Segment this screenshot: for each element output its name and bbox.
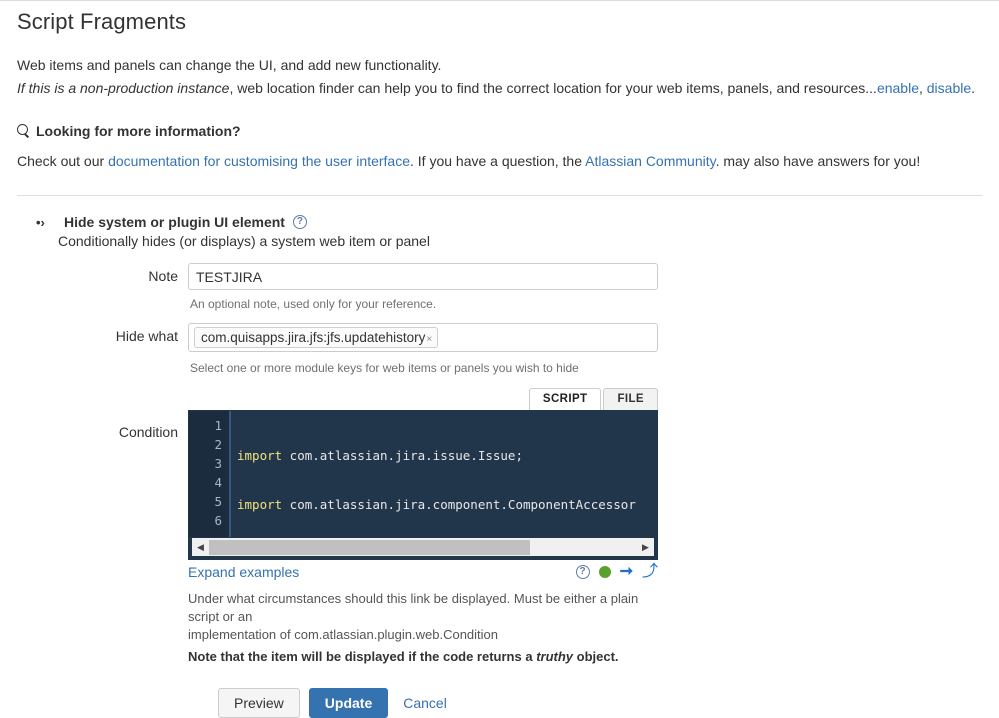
condition-row: Condition SCRIPT FILE 1 2 3 4 5 6 import… xyxy=(0,388,999,666)
condition-label: Condition xyxy=(118,424,178,440)
intro-comma: , xyxy=(918,80,927,96)
line-number: 4 xyxy=(214,475,222,490)
intro-line-1: Web items and panels can change the UI, … xyxy=(17,57,442,73)
arrow-right-icon[interactable]: ➞ xyxy=(620,564,633,580)
line-number: 3 xyxy=(214,456,222,471)
examples-bar: Expand examples ? ➞ ⤴ xyxy=(188,564,658,581)
editor-horizontal-scrollbar[interactable]: ◀ ▶ xyxy=(192,537,654,556)
line-number: 5 xyxy=(214,494,222,509)
hide-what-input[interactable]: com.quisapps.jira.jfs:jfs.updatehistory … xyxy=(188,323,658,352)
intro-text: Web items and panels can change the UI, … xyxy=(17,55,999,99)
module-key-tag[interactable]: com.quisapps.jira.jfs:jfs.updatehistory … xyxy=(194,327,439,348)
hide-what-field-wrap: com.quisapps.jira.jfs:jfs.updatehistory … xyxy=(188,323,999,375)
page-title: Script Fragments xyxy=(17,9,187,34)
scrollbar-thumb[interactable] xyxy=(209,539,530,555)
more-info-body: Check out our documentation for customis… xyxy=(17,153,999,169)
more-info-heading-label: Looking for more information? xyxy=(36,123,241,139)
condition-desc-line-1: Under what circumstances should this lin… xyxy=(188,591,639,624)
search-icon xyxy=(17,124,31,138)
condition-note: Note that the item will be displayed if … xyxy=(188,648,658,666)
help-icon[interactable]: ? xyxy=(575,565,590,579)
intro-rest: , web location finder can help you to fi… xyxy=(229,80,877,96)
arrow-curve-icon[interactable]: ⤴ xyxy=(642,564,658,580)
line-number: 6 xyxy=(214,513,222,528)
tab-script[interactable]: SCRIPT xyxy=(528,388,602,410)
dot-arrow-icon: •› xyxy=(36,214,45,230)
community-link[interactable]: Atlassian Community xyxy=(585,153,715,169)
editor-tabs: SCRIPT FILE xyxy=(188,388,658,410)
top-divider xyxy=(0,0,999,1)
enable-link[interactable]: enable xyxy=(877,80,919,96)
update-button[interactable]: Update xyxy=(308,688,389,718)
fragment-form: Note An optional note, used only for you… xyxy=(0,263,999,718)
intro-period: . xyxy=(971,80,976,96)
note-input[interactable] xyxy=(188,263,658,290)
line-number: 2 xyxy=(214,437,222,452)
info-mid: . If you have a question, the xyxy=(410,153,586,169)
hide-what-label: Hide what xyxy=(115,328,178,344)
close-icon[interactable]: × xyxy=(426,334,432,345)
note-row: Note An optional note, used only for you… xyxy=(0,263,999,311)
note-hint: An optional note, used only for your ref… xyxy=(190,297,437,311)
condition-note-post: object. xyxy=(573,649,619,664)
scroll-right-icon[interactable]: ▶ xyxy=(637,542,654,553)
note-field-wrap: An optional note, used only for your ref… xyxy=(188,263,999,311)
section-divider xyxy=(17,195,982,196)
code-text: com.atlassian.jira.issue.Issue; xyxy=(282,448,523,463)
code-text: com.atlassian.jira.component.ComponentAc… xyxy=(282,497,636,512)
scrollbar-track[interactable] xyxy=(209,539,637,555)
hide-what-hint: Select one or more module keys for web i… xyxy=(190,361,579,375)
condition-description: Under what circumstances should this lin… xyxy=(188,590,658,666)
line-number-gutter: 1 2 3 4 5 6 xyxy=(189,411,231,537)
action-buttons: Preview Update Cancel xyxy=(188,688,999,718)
intro-line-2: If this is a non-production instance, we… xyxy=(17,78,999,99)
condition-note-pre: Note that the item will be displayed if … xyxy=(188,649,537,664)
code-line: import com.atlassian.jira.component.Comp… xyxy=(237,495,657,514)
code-keyword: import xyxy=(237,497,283,512)
condition-note-italic: truthy xyxy=(536,649,574,664)
condition-desc-line-2: implementation of com.atlassian.plugin.w… xyxy=(188,627,499,642)
module-key-tag-label: com.quisapps.jira.jfs:jfs.updatehistory xyxy=(201,330,426,345)
documentation-link[interactable]: documentation for customising the user i… xyxy=(108,153,410,169)
condition-field-wrap: SCRIPT FILE 1 2 3 4 5 6 import com.atlas… xyxy=(188,388,999,666)
scroll-left-icon[interactable]: ◀ xyxy=(192,542,209,553)
code-editor-body[interactable]: 1 2 3 4 5 6 import com.atlassian.jira.is… xyxy=(189,411,657,537)
info-pre: Check out our xyxy=(17,153,109,169)
note-label: Note xyxy=(148,268,178,284)
preview-button[interactable]: Preview xyxy=(218,688,300,718)
editor-icon-row: ? ➞ ⤴ xyxy=(575,564,658,580)
fragment-heading-label: Hide system or plugin UI element xyxy=(64,214,285,230)
expand-examples-link[interactable]: Expand examples xyxy=(188,564,299,580)
line-number: 1 xyxy=(214,418,222,433)
code-editor[interactable]: 1 2 3 4 5 6 import com.atlassian.jira.is… xyxy=(188,410,658,560)
cancel-button[interactable]: Cancel xyxy=(397,694,453,712)
code-keyword: import xyxy=(237,448,283,463)
fragment-subtitle: Conditionally hides (or displays) a syst… xyxy=(58,233,430,249)
fragment-heading: •› Hide system or plugin UI element ? xyxy=(36,214,999,230)
more-info-heading: Looking for more information? xyxy=(17,123,999,139)
tab-file[interactable]: FILE xyxy=(603,388,658,410)
intro-italic: If this is a non-production instance xyxy=(17,80,230,96)
info-post: . may also have answers for you! xyxy=(715,153,921,169)
help-icon[interactable]: ? xyxy=(292,215,307,229)
disable-link[interactable]: disable xyxy=(927,80,971,96)
green-status-dot-icon[interactable] xyxy=(598,566,611,578)
code-line: import com.atlassian.jira.issue.Issue; xyxy=(237,446,657,465)
hide-what-row: Hide what com.quisapps.jira.jfs:jfs.upda… xyxy=(0,323,999,375)
code-content[interactable]: import com.atlassian.jira.issue.Issue; i… xyxy=(231,411,657,537)
